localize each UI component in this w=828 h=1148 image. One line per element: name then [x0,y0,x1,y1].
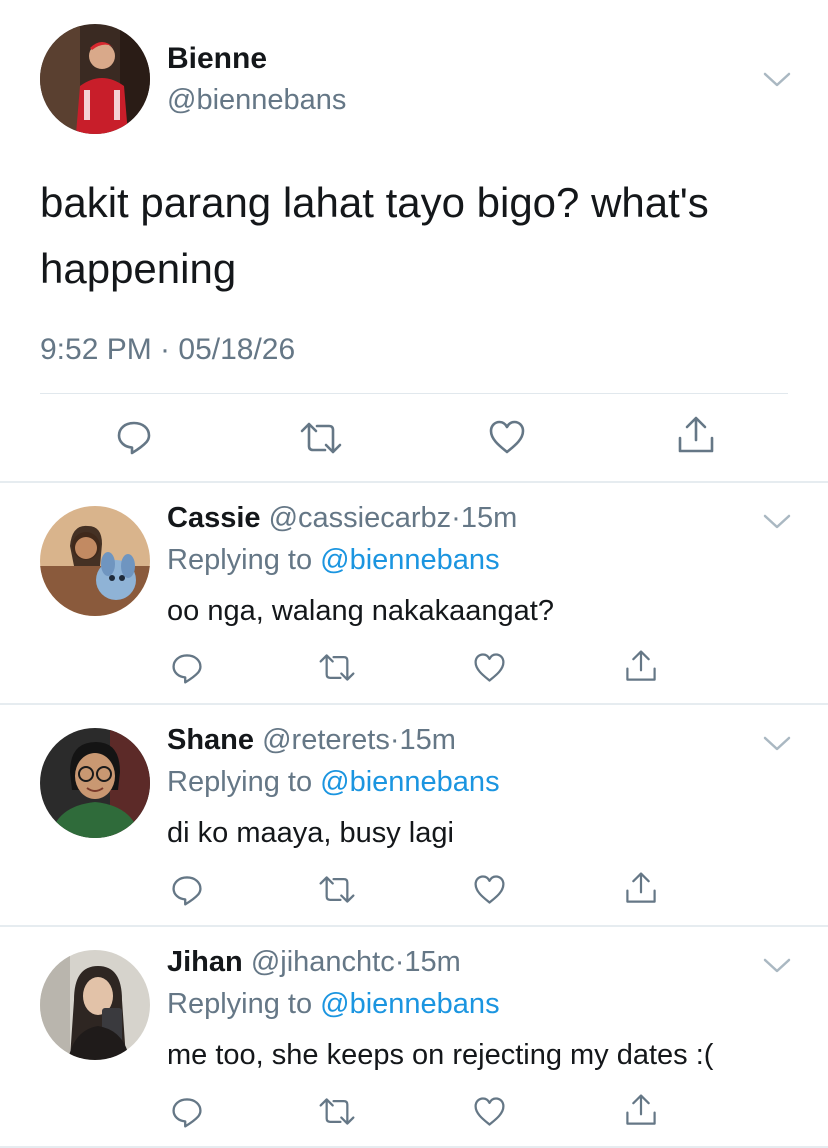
tweet-text: bakit parang lahat tayo bigo? what's hap… [40,179,709,292]
replying-to: Replying to @biennebans [167,766,500,799]
chevron-down-icon[interactable] [762,734,792,754]
reply-avatar[interactable] [40,950,150,1060]
avatar-photo-icon [40,728,150,838]
reply-avatar[interactable] [40,728,150,838]
author-avatar[interactable] [40,24,150,134]
separator-dot: · [389,724,400,756]
reply-header: Shane @reterets·15m [167,724,456,757]
replying-to-mention-link[interactable]: @biennebans [320,988,499,1020]
reply-text: me too, she keeps on rejecting my dates … [167,1039,714,1071]
like-icon[interactable] [472,651,507,684]
reply-header: Cassie @cassiecarbz·15m [167,502,517,535]
avatar-photo-icon [40,24,150,134]
reply-header: Jihan @jihanchtc·15m [167,946,461,979]
reply-icon[interactable] [115,418,153,456]
share-icon[interactable] [624,1092,658,1128]
replying-to: Replying to @biennebans [167,988,500,1021]
replying-to-label: Replying to [167,766,321,798]
chevron-down-icon[interactable] [762,512,792,532]
reply-author-name[interactable]: Jihan [167,946,243,978]
reply-text: di ko maaya, busy lagi [167,817,454,849]
retweet-icon[interactable] [318,1096,356,1127]
divider [40,393,788,394]
author-handle[interactable]: @biennebans [167,84,346,117]
avatar-photo-icon [40,950,150,1060]
share-icon[interactable] [676,414,716,456]
main-tweet[interactable]: Bienne @biennebans bakit parang lahat ta… [0,0,828,482]
replying-to-label: Replying to [167,544,321,576]
reply-author-handle[interactable]: @reterets [262,724,390,756]
retweet-icon[interactable] [318,652,356,683]
retweet-icon[interactable] [299,420,343,456]
replying-to: Replying to @biennebans [167,544,500,577]
author-name[interactable]: Bienne [167,42,267,76]
reply-time[interactable]: 15m [400,724,456,756]
replying-to-mention-link[interactable]: @biennebans [320,544,499,576]
reply-author-name[interactable]: Cassie [167,502,261,534]
chevron-down-icon[interactable] [762,70,792,90]
replying-to-mention-link[interactable]: @biennebans [320,766,499,798]
share-icon[interactable] [624,648,658,684]
like-icon[interactable] [487,418,527,456]
reply-author-handle[interactable]: @cassiecarbz [269,502,452,534]
retweet-icon[interactable] [318,874,356,905]
reply-icon[interactable] [170,873,204,907]
like-icon[interactable] [472,1095,507,1128]
reply-tweet[interactable]: Cassie @cassiecarbz·15m Replying to @bie… [0,482,828,704]
tweet-timestamp[interactable]: 9:52 PM · 05/18/26 [40,333,295,367]
share-icon[interactable] [624,870,658,906]
reply-tweet[interactable]: Shane @reterets·15m Replying to @bienneb… [0,704,828,926]
reply-author-handle[interactable]: @jihanchtc [251,946,395,978]
like-icon[interactable] [472,873,507,906]
tweet-detail-page: Bienne @biennebans bakit parang lahat ta… [0,0,828,1148]
separator-dot: · [451,502,461,534]
reply-time[interactable]: 15m [461,502,517,534]
reply-icon[interactable] [170,651,204,685]
reply-text: oo nga, walang nakakaangat? [167,595,554,627]
reply-author-name[interactable]: Shane [167,724,254,756]
replying-to-label: Replying to [167,988,321,1020]
reply-avatar[interactable] [40,506,150,616]
separator-dot: · [394,946,405,978]
reply-time[interactable]: 15m [404,946,460,978]
reply-icon[interactable] [170,1095,204,1129]
chevron-down-icon[interactable] [762,956,792,976]
reply-tweet[interactable]: Jihan @jihanchtc·15m Replying to @bienne… [0,926,828,1148]
avatar-photo-icon [40,506,150,616]
